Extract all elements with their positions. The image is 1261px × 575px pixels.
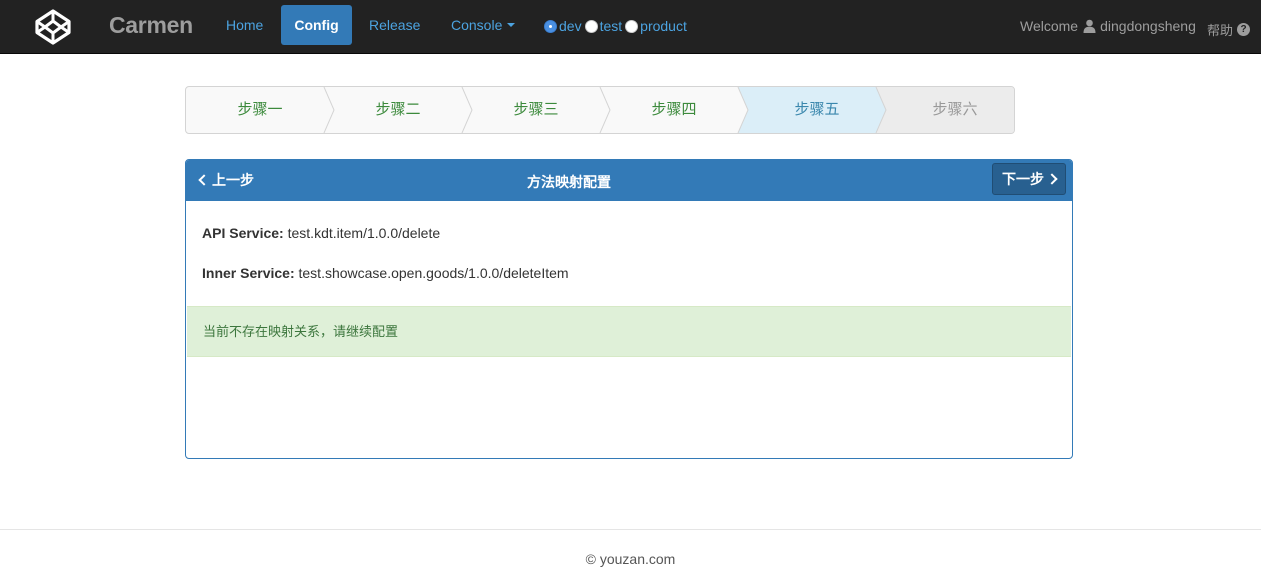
help-label: 帮助 xyxy=(1207,23,1234,38)
codepen-logo-icon[interactable] xyxy=(33,8,73,46)
username[interactable]: dingdongsheng xyxy=(1100,18,1196,34)
step-divider xyxy=(461,87,473,133)
nav-release-link[interactable]: Release xyxy=(369,0,420,54)
inner-service-row: Inner Service: test.showcase.open.goods/… xyxy=(202,265,569,281)
env-radio-dev[interactable] xyxy=(544,19,557,33)
nav-home-link[interactable]: Home xyxy=(226,0,263,54)
api-service-label: API Service: xyxy=(202,225,284,241)
footer-copyright: © youzan.com xyxy=(585,551,676,567)
nav-console-label: Console xyxy=(451,17,503,33)
welcome-user: Welcome dingdongsheng xyxy=(1020,18,1196,34)
step-divider xyxy=(323,87,335,133)
nav-config-link[interactable]: Config xyxy=(281,5,352,45)
env-label-dev[interactable]: dev xyxy=(559,18,582,34)
step-2[interactable]: 步骤二 xyxy=(324,87,472,133)
api-service-value: test.kdt.item/1.0.0/delete xyxy=(287,225,441,241)
env-radio-test[interactable] xyxy=(584,19,598,33)
user-icon xyxy=(1083,19,1096,33)
step-divider xyxy=(737,87,749,133)
brand-title[interactable]: Carmen xyxy=(109,12,193,39)
step-4[interactable]: 步骤四 xyxy=(600,87,748,133)
top-navbar: Carmen Home Config Release Console dev t… xyxy=(0,0,1261,54)
welcome-text: Welcome xyxy=(1020,18,1079,34)
nav-console-dropdown[interactable]: Console xyxy=(451,0,516,54)
step-wizard: 步骤一 步骤二 步骤三 步骤四 步骤五 步骤六 xyxy=(185,86,1015,134)
env-label-test[interactable]: test xyxy=(600,18,623,34)
step-divider xyxy=(599,87,611,133)
chevron-right-icon xyxy=(1046,173,1058,185)
caret-down-icon xyxy=(507,23,516,28)
env-label-product[interactable]: product xyxy=(640,18,687,34)
next-step-button[interactable]: 下一步 xyxy=(992,163,1066,195)
panel-title: 方法映射配置 xyxy=(527,174,611,190)
inner-service-label: Inner Service: xyxy=(202,265,295,281)
step-6-disabled[interactable]: 步骤六 xyxy=(876,87,1014,133)
question-circle-icon: ? xyxy=(1237,23,1251,36)
environment-radio-group: dev test product xyxy=(544,16,690,36)
api-service-row: API Service: test.kdt.item/1.0.0/delete xyxy=(202,225,440,241)
method-mapping-panel: 上一步 方法映射配置 下一步 API Service: test.kdt.ite… xyxy=(185,159,1073,459)
no-mapping-alert: 当前不存在映射关系，请继续配置 xyxy=(187,306,1071,357)
inner-service-value: test.showcase.open.goods/1.0.0/deleteIte… xyxy=(298,265,569,281)
step-1[interactable]: 步骤一 xyxy=(186,87,334,133)
panel-heading: 上一步 方法映射配置 下一步 xyxy=(186,160,1072,201)
next-step-label: 下一步 xyxy=(1002,171,1044,187)
help-link[interactable]: 帮助 ? xyxy=(1207,20,1251,39)
step-divider xyxy=(875,87,887,133)
step-5-active[interactable]: 步骤五 xyxy=(738,87,886,133)
env-radio-product[interactable] xyxy=(625,19,639,33)
footer-divider xyxy=(0,529,1261,530)
step-3[interactable]: 步骤三 xyxy=(462,87,610,133)
